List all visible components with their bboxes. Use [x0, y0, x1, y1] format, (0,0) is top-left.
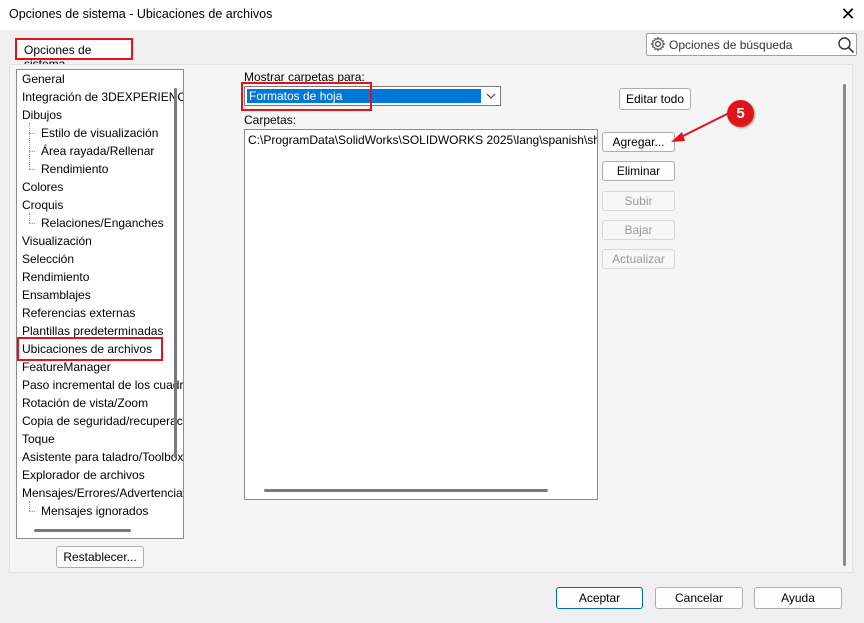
reset-button[interactable]: Restablecer...	[56, 546, 144, 568]
move-down-button[interactable]: Bajar	[602, 220, 675, 240]
folders-horizontal-scrollbar[interactable]	[264, 489, 548, 492]
tree-connector	[29, 169, 35, 170]
cancel-button[interactable]: Cancelar	[655, 587, 743, 609]
tree-item-copia-seguridad[interactable]: Copia de seguridad/recuperación	[22, 413, 183, 429]
tree-connector	[29, 501, 30, 511]
tree-connector	[29, 133, 35, 134]
tree-item-dibujos[interactable]: Dibujos	[22, 107, 62, 123]
page-vertical-scrollbar[interactable]	[843, 84, 846, 566]
tree-horizontal-scrollbar[interactable]	[34, 529, 131, 532]
chevron-down-icon[interactable]	[485, 89, 497, 103]
tree-item-mensajes[interactable]: Mensajes/Errores/Advertencias	[22, 485, 183, 501]
options-tree[interactable]: General Integración de 3DEXPERIENCE Dibu…	[16, 69, 184, 539]
tree-item-3dexperience[interactable]: Integración de 3DEXPERIENCE	[22, 89, 183, 105]
tree-item-referencias-externas[interactable]: Referencias externas	[22, 305, 135, 321]
search-icon[interactable]	[837, 36, 855, 54]
tree-item-explorador-archivos[interactable]: Explorador de archivos	[22, 467, 145, 483]
tree-item-relaciones[interactable]: Relaciones/Enganches	[41, 215, 164, 231]
selected-item-highlight	[17, 337, 163, 361]
tree-item-paso-incremental[interactable]: Paso incremental de los cuadros	[22, 377, 183, 393]
tree-item-asistente-taladro[interactable]: Asistente para taladro/Toolbox	[22, 449, 183, 465]
tree-item-rendimiento-dibujos[interactable]: Rendimiento	[41, 161, 108, 177]
close-icon[interactable]: ✕	[838, 3, 858, 25]
tree-item-mensajes-ignorados[interactable]: Mensajes ignorados	[41, 503, 148, 519]
tree-item-ensamblajes[interactable]: Ensamblajes	[22, 287, 91, 303]
tab-opciones-de-sistema[interactable]: Opciones de sistema	[15, 38, 133, 71]
tree-item-toque[interactable]: Toque	[22, 431, 55, 447]
tree-item-visualizacion[interactable]: Visualización	[22, 233, 92, 249]
tree-item-seleccion[interactable]: Selección	[22, 251, 74, 267]
search-placeholder[interactable]: Opciones de búsqueda	[669, 38, 792, 52]
folder-path-row[interactable]: C:\ProgramData\SolidWorks\SOLIDWORKS 202…	[248, 133, 597, 147]
tree-connector	[29, 223, 35, 224]
gear-icon[interactable]	[650, 36, 666, 52]
move-up-button[interactable]: Subir	[602, 191, 675, 211]
tree-item-rendimiento[interactable]: Rendimiento	[22, 269, 89, 285]
show-folders-highlight	[241, 82, 372, 111]
tree-item-featuremanager[interactable]: FeatureManager	[22, 359, 111, 375]
step-number-badge: 5	[727, 100, 754, 127]
help-button[interactable]: Ayuda	[754, 587, 842, 609]
tree-item-general[interactable]: General	[22, 71, 65, 87]
tree-item-area-rayada[interactable]: Área rayada/Rellenar	[41, 143, 154, 159]
folders-list[interactable]: C:\ProgramData\SolidWorks\SOLIDWORKS 202…	[244, 129, 598, 500]
tree-item-rotacion-vista[interactable]: Rotación de vista/Zoom	[22, 395, 148, 411]
window-title: Opciones de sistema - Ubicaciones de arc…	[9, 7, 273, 21]
edit-all-button[interactable]: Editar todo	[619, 88, 691, 110]
tree-connector	[29, 511, 35, 512]
tree-item-croquis[interactable]: Croquis	[22, 197, 63, 213]
tree-connector	[29, 123, 30, 169]
update-button[interactable]: Actualizar	[602, 249, 675, 269]
tree-item-colores[interactable]: Colores	[22, 179, 63, 195]
delete-button[interactable]: Eliminar	[602, 161, 675, 181]
tree-connector	[29, 213, 30, 223]
tree-vertical-scrollbar[interactable]	[174, 88, 177, 458]
tree-connector	[29, 151, 35, 152]
folders-label: Carpetas:	[244, 113, 297, 127]
callout-arrow	[671, 112, 730, 142]
tree-item-estilo-visualizacion[interactable]: Estilo de visualización	[41, 125, 158, 141]
accept-button[interactable]: Aceptar	[556, 587, 643, 609]
search-box[interactable]: Opciones de búsqueda	[646, 33, 857, 56]
